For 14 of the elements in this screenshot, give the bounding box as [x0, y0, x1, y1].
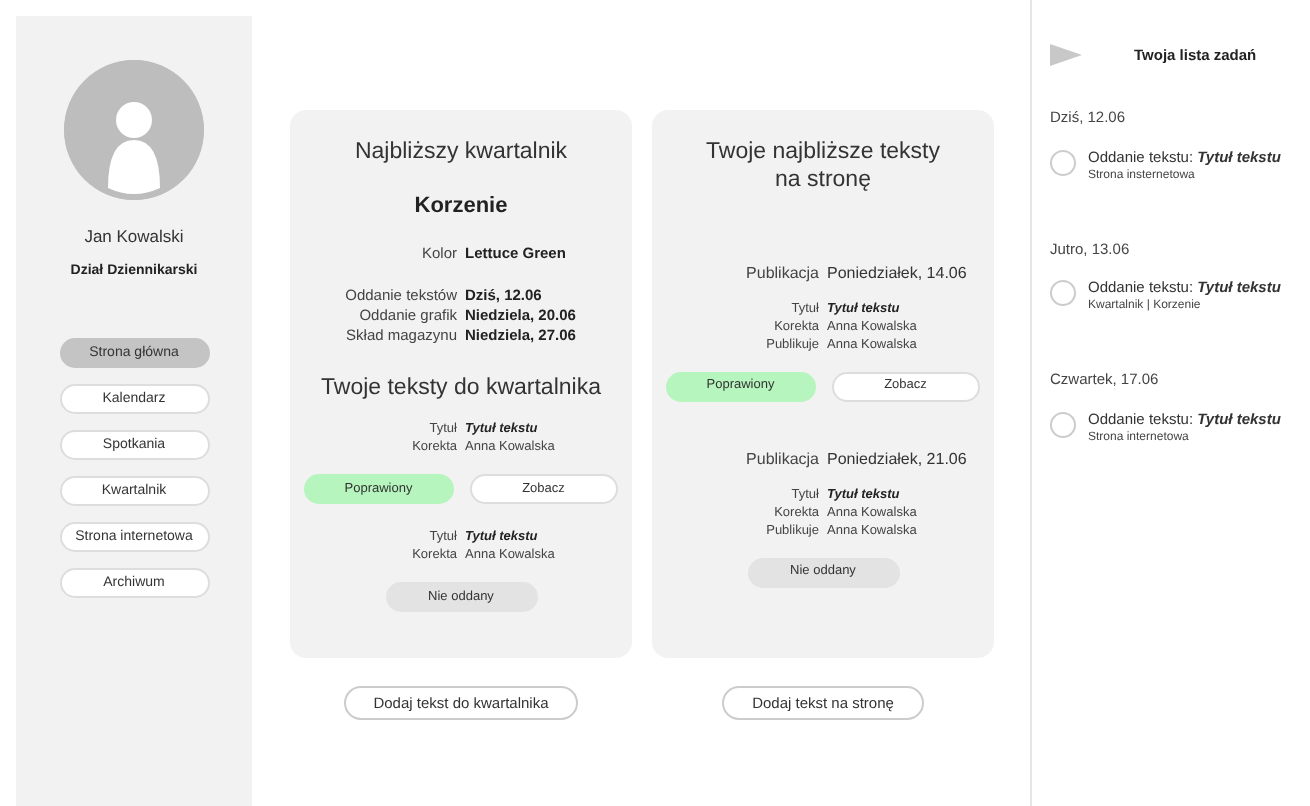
user-name: Jan Kowalski: [82, 224, 186, 250]
field-label: Publikacja: [744, 263, 819, 284]
task-checkbox[interactable]: [1050, 411, 1076, 437]
play-icon[interactable]: [1050, 44, 1082, 67]
issue-name: Korzenie: [412, 192, 510, 223]
card-title: Najbliższy kwartalnik: [352, 138, 570, 167]
section-title: Twoje teksty do kwartalnika: [319, 373, 603, 403]
field-value: Poniedziałek, 21.06: [827, 449, 969, 470]
avatar-icon: [64, 60, 204, 200]
task-checkbox[interactable]: [1050, 149, 1076, 175]
task-checkbox[interactable]: [1050, 280, 1076, 306]
field-label: Publikacja: [744, 449, 819, 470]
field-value: Poniedziałek, 14.06: [827, 263, 969, 284]
card-title: Twoje najbliższe teksty na stronę: [704, 138, 942, 196]
